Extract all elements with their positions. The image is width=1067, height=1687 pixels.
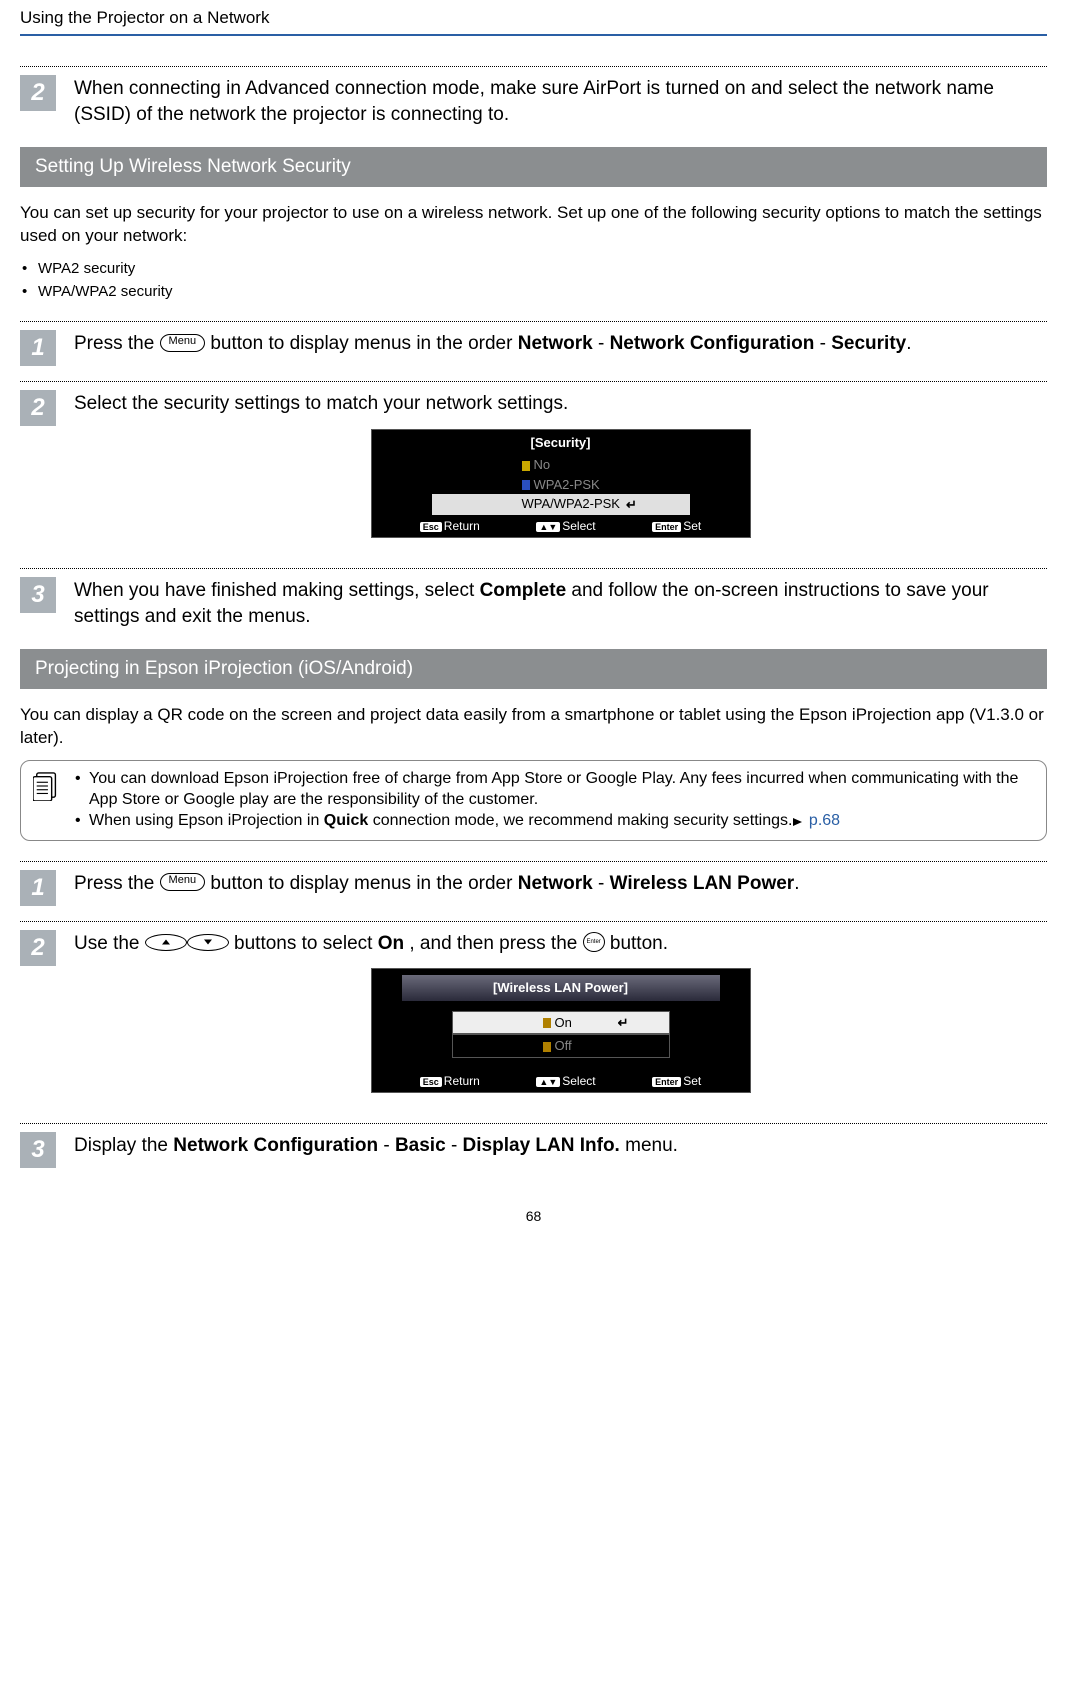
path-network-config: Network Configuration bbox=[610, 333, 815, 354]
step-text: When connecting in Advanced connection m… bbox=[74, 75, 1047, 127]
down-button-icon bbox=[187, 934, 229, 951]
path-network-config: Network Configuration bbox=[173, 1135, 378, 1156]
path-network: Network bbox=[518, 333, 593, 354]
note-content: You can download Epson iProjection free … bbox=[75, 769, 1031, 831]
page-link[interactable]: p.68 bbox=[804, 812, 840, 829]
osd-option-selected: WPA/WPA2-PSK↵ bbox=[432, 494, 690, 514]
sep: - bbox=[383, 1135, 395, 1156]
enter-button-icon: Enter bbox=[583, 932, 605, 952]
osd-footer: EscReturn ▲▼Select EnterSet bbox=[372, 1070, 750, 1092]
return-icon: ↵ bbox=[618, 1014, 629, 1032]
step-text: Press the Menu button to display menus i… bbox=[74, 330, 1047, 357]
note-item-1: You can download Epson iProjection free … bbox=[75, 769, 1031, 811]
step-text: Select the security settings to match yo… bbox=[74, 390, 1047, 553]
menu-button-icon: Menu bbox=[160, 334, 206, 352]
iproj-step-1: 1 Press the Menu button to display menus… bbox=[20, 870, 1047, 906]
osd-option-off: Off bbox=[452, 1034, 670, 1058]
osd-option-no: No bbox=[372, 455, 750, 475]
divider bbox=[20, 381, 1047, 382]
page-header: Using the Projector on a Network bbox=[20, 0, 1047, 36]
sep: - bbox=[598, 873, 610, 894]
security-intro: You can set up security for your project… bbox=[20, 202, 1047, 248]
step-text: Use the buttons to select On , and then … bbox=[74, 930, 1047, 1108]
step-number: 2 bbox=[20, 390, 56, 426]
quick-label: Quick bbox=[324, 812, 368, 829]
top-step-2: 2 When connecting in Advanced connection… bbox=[20, 75, 1047, 127]
security-step-2: 2 Select the security settings to match … bbox=[20, 390, 1047, 553]
section-header-security: Setting Up Wireless Network Security bbox=[20, 147, 1047, 187]
text: buttons to select bbox=[234, 933, 378, 954]
osd-title: [Security] bbox=[372, 430, 750, 456]
text: Display the bbox=[74, 1135, 173, 1156]
path-display-lan-info: Display LAN Info. bbox=[463, 1135, 620, 1156]
bullet-wpa-wpa2: WPA/WPA2 security bbox=[20, 281, 1047, 304]
security-step-1: 1 Press the Menu button to display menus… bbox=[20, 330, 1047, 366]
iproj-step-2: 2 Use the buttons to select On , and the… bbox=[20, 930, 1047, 1108]
step-number: 3 bbox=[20, 1132, 56, 1168]
text: Press the bbox=[74, 873, 160, 894]
security-osd-screenshot: [Security] No WPA2-PSK WPA/WPA2-PSK↵ Esc… bbox=[371, 429, 751, 538]
bullet-wpa2: WPA2 security bbox=[20, 258, 1047, 281]
divider bbox=[20, 66, 1047, 67]
note-item-2: When using Epson iProjection in Quick co… bbox=[75, 811, 1031, 832]
step-number: 1 bbox=[20, 330, 56, 366]
sep: - bbox=[820, 333, 832, 354]
step-number: 2 bbox=[20, 75, 56, 111]
return-icon: ↵ bbox=[626, 496, 637, 514]
pointer-icon bbox=[792, 814, 804, 826]
osd-option-wpa2: WPA2-PSK bbox=[372, 475, 750, 495]
divider bbox=[20, 861, 1047, 862]
security-bullets: WPA2 security WPA/WPA2 security bbox=[20, 258, 1047, 303]
osd-footer: EscReturn ▲▼Select EnterSet bbox=[372, 515, 750, 537]
text: When using Epson iProjection in bbox=[89, 812, 324, 829]
path-basic: Basic bbox=[395, 1135, 446, 1156]
iproj-step-3: 3 Display the Network Configuration - Ba… bbox=[20, 1132, 1047, 1168]
step-text: Display the Network Configuration - Basi… bbox=[74, 1132, 1047, 1159]
section-header-iprojection: Projecting in Epson iProjection (iOS/And… bbox=[20, 649, 1047, 689]
text: Use the bbox=[74, 933, 145, 954]
step-number: 3 bbox=[20, 577, 56, 613]
security-step-3: 3 When you have finished making settings… bbox=[20, 577, 1047, 629]
step-text: Press the Menu button to display menus i… bbox=[74, 870, 1047, 897]
text: When you have finished making settings, … bbox=[74, 580, 480, 601]
text: button to display menus in the order bbox=[210, 873, 517, 894]
text: Press the bbox=[74, 333, 160, 354]
text: Select the security settings to match yo… bbox=[74, 393, 568, 414]
on-label: On bbox=[378, 933, 404, 954]
path-wlan-power: Wireless LAN Power bbox=[610, 873, 795, 894]
step-number: 1 bbox=[20, 870, 56, 906]
divider bbox=[20, 568, 1047, 569]
text: button to display menus in the order bbox=[210, 333, 517, 354]
divider bbox=[20, 321, 1047, 322]
up-button-icon bbox=[145, 934, 187, 951]
text: , and then press the bbox=[409, 933, 582, 954]
menu-button-icon: Menu bbox=[160, 873, 206, 891]
step-number: 2 bbox=[20, 930, 56, 966]
divider bbox=[20, 1123, 1047, 1124]
note-box: You can download Epson iProjection free … bbox=[20, 760, 1047, 840]
divider bbox=[20, 921, 1047, 922]
note-icon bbox=[33, 771, 61, 801]
path-network: Network bbox=[518, 873, 593, 894]
end: . bbox=[906, 333, 911, 354]
wlan-osd-screenshot: [Wireless LAN Power] On↵ Off EscReturn ▲… bbox=[371, 968, 751, 1093]
osd-title: [Wireless LAN Power] bbox=[402, 975, 720, 1001]
sep: - bbox=[451, 1135, 463, 1156]
path-security: Security bbox=[831, 333, 906, 354]
text: button. bbox=[610, 933, 668, 954]
text: menu. bbox=[625, 1135, 678, 1156]
osd-option-on: On↵ bbox=[452, 1011, 670, 1035]
sep: - bbox=[598, 333, 610, 354]
complete-label: Complete bbox=[480, 580, 567, 601]
end: . bbox=[794, 873, 799, 894]
text: connection mode, we recommend making sec… bbox=[373, 812, 793, 829]
page-number: 68 bbox=[20, 1208, 1047, 1224]
step-text: When you have finished making settings, … bbox=[74, 577, 1047, 629]
iproj-intro: You can display a QR code on the screen … bbox=[20, 704, 1047, 750]
